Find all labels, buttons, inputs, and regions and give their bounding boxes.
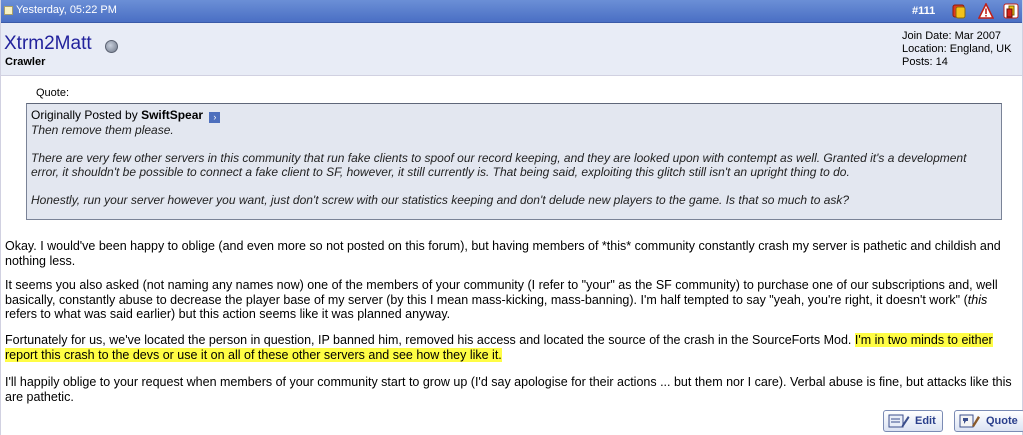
post-count: Posts: 14	[902, 56, 948, 68]
quote-button[interactable]: Quote	[954, 410, 1023, 432]
post-icon	[4, 5, 13, 15]
quote-author: SwiftSpear	[141, 108, 204, 122]
message-paragraph-2: It seems you also asked (not naming any …	[5, 278, 1017, 322]
location: Location: England, UK	[902, 43, 1012, 55]
message-p2-italic: this	[967, 292, 988, 307]
user-details: Join Date: Mar 2007 Location: England, U…	[902, 30, 1011, 69]
user-info-bar: Xtrm2Matt Crawler Join Date: Mar 2007 Lo…	[1, 23, 1022, 76]
quote-button-label: Quote	[986, 415, 1018, 427]
view-post-icon[interactable]: ›	[209, 112, 221, 123]
report-icon[interactable]	[978, 3, 994, 19]
username-link[interactable]: Xtrm2Matt	[4, 33, 92, 55]
message-p2-before: It seems you also asked (not naming any …	[5, 278, 998, 307]
forum-post: Yesterday, 05:22 PM #111 Xtrm2Matt Crawl…	[0, 0, 1023, 435]
quote-attribution: Originally Posted by SwiftSpear ›	[31, 108, 997, 123]
edit-icon	[888, 414, 910, 428]
quote-icon	[959, 414, 980, 428]
quote-line-3: Honestly, run your server however you wa…	[31, 193, 850, 207]
post-header-bar: Yesterday, 05:22 PM #111	[1, 0, 1022, 23]
post-date-text: Yesterday, 05:22 PM	[16, 4, 117, 16]
online-status-icon	[105, 40, 118, 53]
join-date: Join Date: Mar 2007	[902, 30, 1002, 42]
quote-block: Originally Posted by SwiftSpear › Then r…	[26, 103, 1002, 220]
message-p2-after: refers to what was said earlier) but thi…	[5, 307, 451, 321]
message-p3-plain: Fortunately for us, we've located the pe…	[5, 333, 855, 347]
post-number-link[interactable]: #111	[912, 5, 935, 17]
quote-originally-posted: Originally Posted by	[31, 108, 138, 122]
quote-label: Quote:	[36, 87, 70, 99]
reputation-icon[interactable]	[951, 3, 967, 19]
message-paragraph-4: I'll happily oblige to your request when…	[5, 375, 1012, 404]
message-paragraph-1: Okay. I would've been happy to oblige (a…	[5, 239, 1001, 268]
user-title: Crawler	[5, 56, 46, 68]
quote-line-2: There are very few other servers in this…	[31, 151, 967, 179]
edit-button[interactable]: Edit	[883, 410, 943, 432]
message-paragraph-3: Fortunately for us, we've located the pe…	[5, 333, 1017, 362]
quote-line-1: Then remove them please.	[31, 123, 174, 137]
edit-button-label: Edit	[915, 415, 936, 427]
warn-icon[interactable]	[1003, 3, 1019, 19]
post-date: Yesterday, 05:22 PM	[4, 4, 117, 16]
